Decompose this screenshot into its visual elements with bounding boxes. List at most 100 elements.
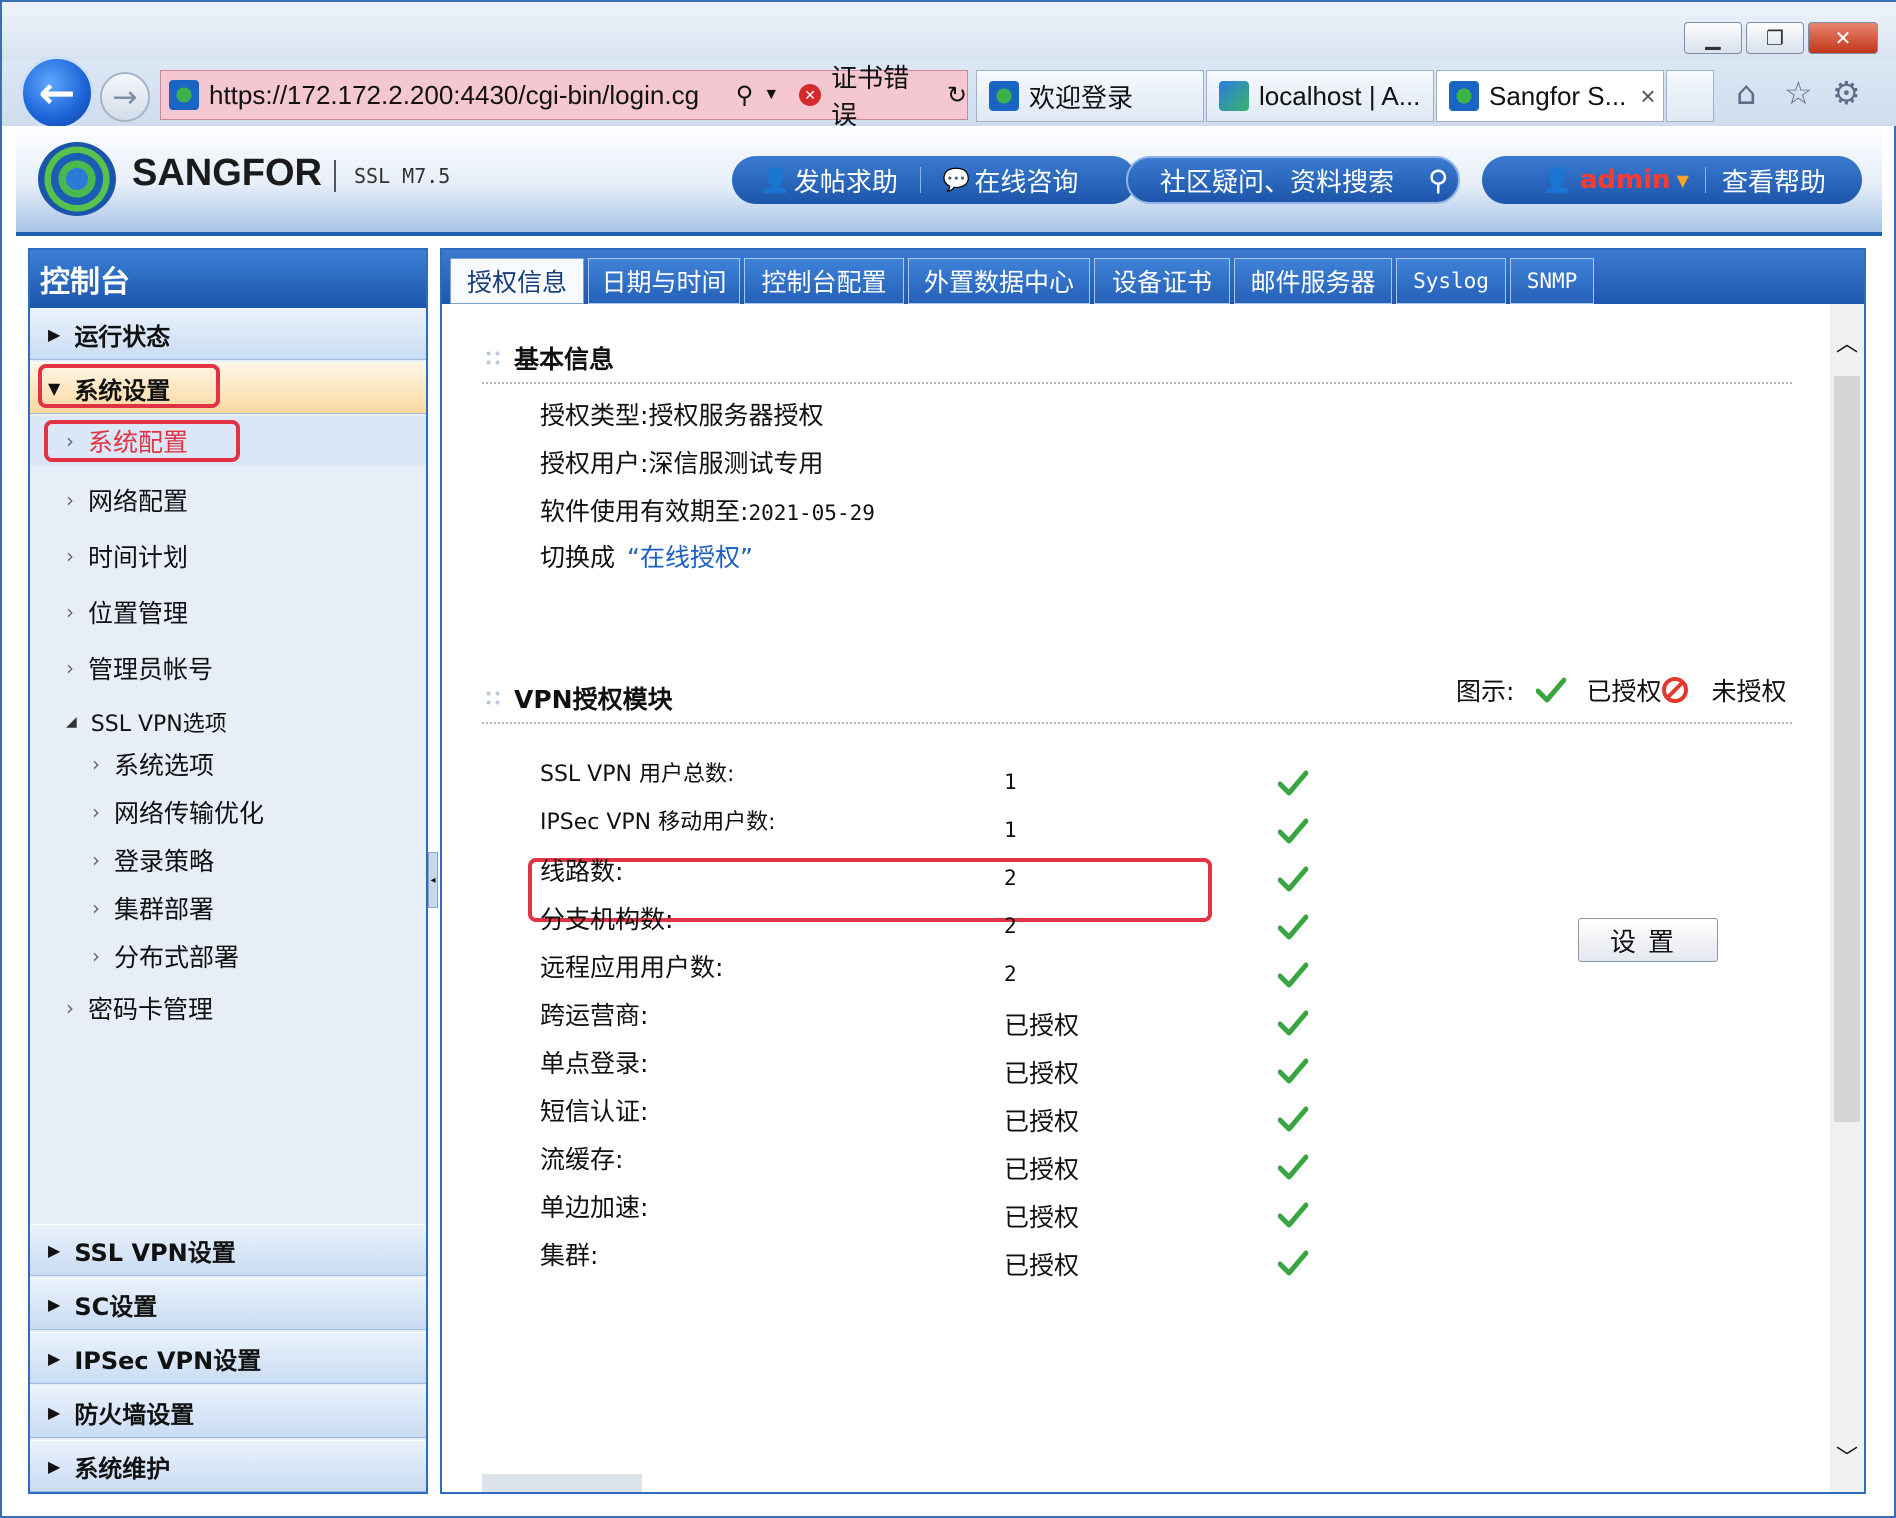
sidebar-item-ssl-vpn-options[interactable]: ◢ SSL VPN选项 xyxy=(66,702,227,742)
page-tab-bar: 授权信息 日期与时间 控制台配置 外置数据中心 设备证书 邮件服务器 Syslo… xyxy=(442,250,1864,304)
favorites-star-icon[interactable]: ☆ xyxy=(1784,74,1813,112)
search-placeholder[interactable]: 社区疑问、资料搜索 xyxy=(1160,162,1394,199)
sidebar-section-run-status[interactable]: ▶ 运行状态 xyxy=(30,308,426,360)
scroll-down-icon[interactable]: ﹀ xyxy=(1836,1440,1858,1472)
sidebar-item-admin-account[interactable]: › 管理员帐号 xyxy=(66,648,213,688)
tab-syslog[interactable]: Syslog xyxy=(1396,258,1506,304)
sidebar-item-time-plan[interactable]: › 时间计划 xyxy=(66,536,188,576)
minimize-button[interactable]: ▁ xyxy=(1684,22,1742,54)
tab-sangfor[interactable]: Sangfor S... × xyxy=(1436,70,1664,122)
chevron-right-icon: › xyxy=(92,800,100,824)
chevron-right-icon: › xyxy=(66,544,74,568)
authorized-check-icon xyxy=(1278,1058,1308,1084)
vpn-row-value: 1 xyxy=(1004,818,1017,842)
tab-mail-server[interactable]: 邮件服务器 xyxy=(1234,258,1392,304)
chevron-right-icon: › xyxy=(92,752,100,776)
sidebar-item-network-config[interactable]: › 网络配置 xyxy=(66,480,188,520)
highlight-box xyxy=(38,364,220,408)
sidebar-subitem-network-optimization[interactable]: › 网络传输优化 xyxy=(92,792,264,832)
authorized-check-icon xyxy=(1278,818,1308,844)
sidebar-section-system-maintenance[interactable]: ▶ 系统维护 xyxy=(30,1440,426,1492)
back-arrow-icon: ← xyxy=(38,67,76,119)
maximize-button[interactable]: ❐ xyxy=(1746,22,1804,54)
sidebar-section-ipsec-vpn[interactable]: ▶ IPSec VPN设置 xyxy=(30,1332,426,1384)
authorized-check-icon xyxy=(1278,1010,1308,1036)
address-bar[interactable]: https://172.172.2.200:4430/cgi-bin/login… xyxy=(160,63,968,130)
vpn-row-value: 2 xyxy=(1004,914,1017,938)
section-label: SSL VPN设置 xyxy=(74,1238,236,1267)
sidebar-subitem-system-options[interactable]: › 系统选项 xyxy=(92,744,214,784)
expiry-label: 软件使用有效期至: xyxy=(540,497,749,526)
tab-snmp[interactable]: SNMP xyxy=(1510,258,1594,304)
authorized-check-icon xyxy=(1278,962,1308,988)
online-consult-link[interactable]: 在线咨询 xyxy=(974,162,1078,199)
refresh-icon[interactable]: ↻ xyxy=(947,81,967,110)
authorized-check-icon xyxy=(1278,1106,1308,1132)
license-user-row: 授权用户:深信服测试专用 xyxy=(540,444,823,480)
sidebar-section-firewall[interactable]: ▶ 防火墙设置 xyxy=(30,1386,426,1438)
item-label: 分布式部署 xyxy=(114,943,240,972)
settings-gear-icon[interactable]: ⚙ xyxy=(1832,74,1861,112)
online-license-link[interactable]: “在线授权” xyxy=(627,543,753,572)
switch-row: 切换成 “在线授权” xyxy=(540,538,753,574)
sidebar-item-location[interactable]: › 位置管理 xyxy=(66,592,188,632)
view-help-link[interactable]: 查看帮助 xyxy=(1722,162,1826,199)
legend-authorized: 已授权 xyxy=(1586,677,1662,706)
sidebar-collapse-handle[interactable]: ◂ xyxy=(428,852,438,908)
vpn-row-value: 已授权 xyxy=(1004,1059,1080,1088)
home-icon[interactable]: ⌂ xyxy=(1736,74,1756,112)
sidebar-subitem-login-policy[interactable]: › 登录策略 xyxy=(92,840,214,880)
new-tab[interactable] xyxy=(1666,70,1714,122)
dropdown-icon[interactable]: ▼ xyxy=(763,86,779,104)
sidebar-subitem-cluster-deploy[interactable]: › 集群部署 xyxy=(92,888,214,928)
cert-error-label[interactable]: 证书错误 xyxy=(831,58,935,132)
license-user-label: 授权用户: xyxy=(540,449,649,478)
search-icon[interactable]: ⚲ xyxy=(736,81,754,110)
tab-external-datacenter[interactable]: 外置数据中心 xyxy=(908,258,1090,304)
username[interactable]: admin xyxy=(1580,165,1671,195)
brand-divider xyxy=(334,160,336,192)
forward-button[interactable]: → xyxy=(100,72,150,122)
authorized-check-icon xyxy=(1278,770,1308,796)
search-box[interactable]: 社区疑问、资料搜索 ⚲ xyxy=(1126,156,1460,204)
tab-label: localhost | A... xyxy=(1259,80,1421,111)
next-section-peek xyxy=(482,1474,642,1492)
sangfor-favicon-icon xyxy=(1449,81,1479,111)
close-window-button[interactable]: ✕ xyxy=(1808,22,1878,54)
pill-divider xyxy=(919,167,921,193)
vertical-scrollbar[interactable]: ︿ ﹀ xyxy=(1830,304,1864,1492)
sidebar-section-sc[interactable]: ▶ SC设置 xyxy=(30,1278,426,1330)
authorized-check-icon xyxy=(1278,1154,1308,1180)
sidebar-item-password-card[interactable]: › 密码卡管理 xyxy=(66,988,213,1028)
settings-button[interactable]: 设置 xyxy=(1578,918,1718,962)
brand-name: SANGFOR xyxy=(132,152,322,194)
tab-date-time[interactable]: 日期与时间 xyxy=(588,258,740,304)
scroll-up-icon[interactable]: ︿ xyxy=(1836,326,1858,358)
license-type-row: 授权类型:授权服务器授权 xyxy=(540,396,823,432)
back-button[interactable]: ← xyxy=(20,56,94,130)
scroll-thumb[interactable] xyxy=(1834,376,1860,1122)
sidebar-subitem-distributed-deploy[interactable]: › 分布式部署 xyxy=(92,936,239,976)
cert-error-icon: ✕ xyxy=(799,84,822,106)
address-text[interactable]: https://172.172.2.200:4430/cgi-bin/login… xyxy=(209,80,720,111)
tab-localhost[interactable]: localhost | A... xyxy=(1206,70,1434,122)
user-dropdown-icon[interactable]: ▼ xyxy=(1677,171,1689,190)
item-label: 时间计划 xyxy=(88,543,189,572)
tab-license-info[interactable]: 授权信息 xyxy=(450,258,584,304)
post-help-link[interactable]: 发帖求助 xyxy=(794,162,898,199)
tab-console-config[interactable]: 控制台配置 xyxy=(744,258,904,304)
basic-info-heading: 基本信息 xyxy=(484,340,614,376)
close-tab-icon[interactable]: × xyxy=(1640,81,1655,112)
license-type-label: 授权类型: xyxy=(540,401,649,430)
vpn-row-value: 已授权 xyxy=(1004,1011,1080,1040)
expanded-triangle-icon: ◢ xyxy=(66,714,77,730)
legend-unauthorized: 未授权 xyxy=(1711,677,1787,706)
browser-window: ▁ ❐ ✕ ← → https://172.172.2.200:4430/cgi… xyxy=(0,0,1896,1518)
vpn-row-label: 远程应用用户数: xyxy=(540,953,724,982)
tab-device-certificate[interactable]: 设备证书 xyxy=(1094,258,1230,304)
app-header: SANGFOR SSL M7.5 👤 发帖求助 💬 在线咨询 社区疑问、资料搜索… xyxy=(16,126,1882,236)
sidebar-section-ssl-vpn[interactable]: ▶ SSL VPN设置 xyxy=(30,1224,426,1276)
search-icon[interactable]: ⚲ xyxy=(1428,164,1449,197)
tab-welcome-login[interactable]: 欢迎登录 xyxy=(976,70,1204,122)
check-icon xyxy=(1536,677,1567,703)
